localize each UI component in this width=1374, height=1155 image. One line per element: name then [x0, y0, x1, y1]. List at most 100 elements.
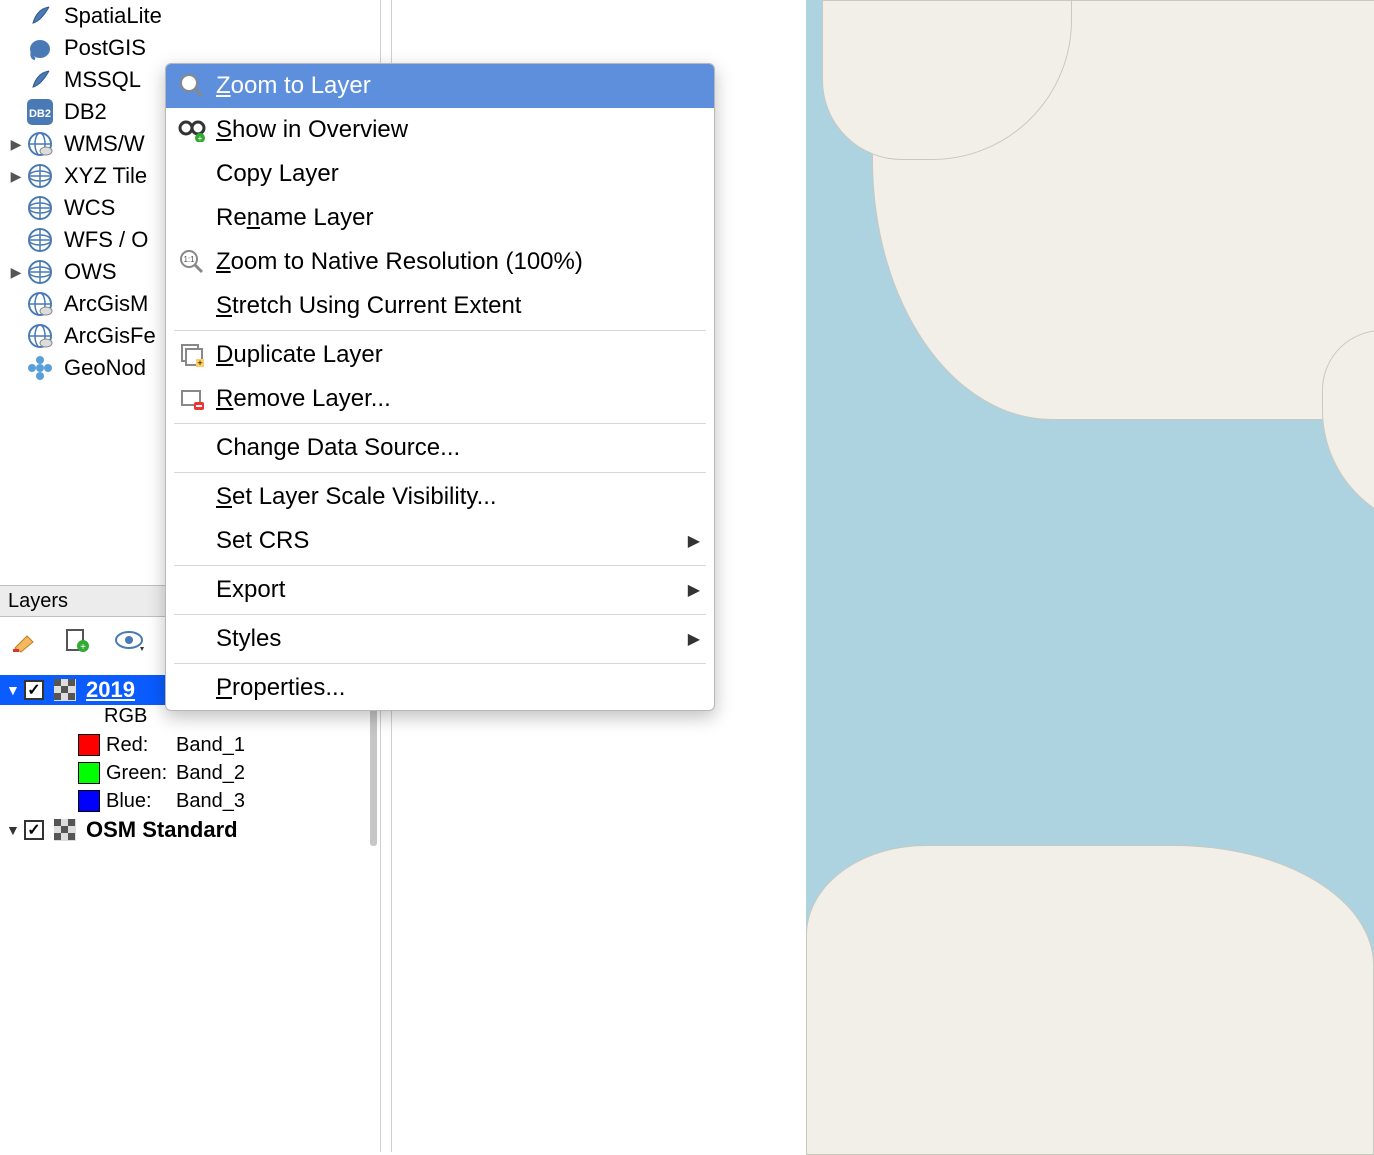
menu-separator — [174, 614, 706, 615]
submenu-arrow-icon: ▶ — [688, 531, 700, 551]
band-label: Red: — [106, 734, 176, 757]
menu-label: Export — [216, 576, 285, 604]
menu-label: Rename Layer — [216, 204, 373, 232]
menu-label: Styles — [216, 625, 281, 653]
remove-icon — [176, 383, 208, 415]
browser-label: SpatiaLite — [64, 3, 162, 29]
menu-item[interactable]: + Duplicate Layer — [166, 333, 714, 377]
menu-item[interactable]: Export ▶ — [166, 568, 714, 612]
menu-label: Zoom to Native Resolution (100%) — [216, 248, 583, 276]
menu-label: Show in Overview — [216, 116, 408, 144]
svg-text:+: + — [80, 642, 86, 653]
overview-icon: + — [176, 114, 208, 146]
band-value: Band_3 — [176, 790, 245, 813]
band-value: Band_2 — [176, 762, 245, 785]
datasource-icon — [26, 162, 54, 190]
browser-label: WFS / O — [64, 227, 148, 253]
browser-label: GeoNod — [64, 355, 146, 381]
band-label: Blue: — [106, 790, 176, 813]
datasource-icon — [26, 258, 54, 286]
duplicate-icon: + — [176, 339, 208, 371]
menu-label: Set Layer Scale Visibility... — [216, 483, 497, 511]
browser-label: MSSQL — [64, 67, 141, 93]
svg-text:+: + — [197, 358, 202, 368]
layer-checkbox[interactable]: ✓ — [24, 680, 44, 700]
raster-icon — [54, 679, 76, 701]
band-swatch — [78, 762, 100, 784]
layer-name: 2019 — [86, 677, 135, 703]
menu-item[interactable]: Set Layer Scale Visibility... — [166, 475, 714, 519]
layer-name: OSM Standard — [86, 817, 238, 843]
datasource-icon — [26, 34, 54, 62]
zoom-native-icon: 1:1 — [176, 246, 208, 278]
submenu-arrow-icon: ▶ — [688, 629, 700, 649]
menu-item[interactable]: Stretch Using Current Extent — [166, 284, 714, 328]
menu-item[interactable]: Remove Layer... — [166, 377, 714, 421]
svg-text:DB2: DB2 — [29, 108, 51, 120]
menu-item[interactable]: Rename Layer — [166, 196, 714, 240]
visibility-icon[interactable] — [114, 625, 144, 655]
datasource-icon — [26, 2, 54, 30]
style-icon[interactable] — [10, 625, 40, 655]
browser-item[interactable]: SpatiaLite — [10, 0, 380, 32]
layer-context-menu: Zoom to Layer + Show in Overview Copy Layer… — [165, 63, 715, 711]
menu-label: Stretch Using Current Extent — [216, 292, 521, 320]
add-group-icon[interactable]: + — [62, 625, 92, 655]
menu-separator — [174, 565, 706, 566]
expand-icon[interactable]: ▶ — [10, 168, 22, 185]
menu-item[interactable]: Zoom to Layer — [166, 64, 714, 108]
menu-label: Remove Layer... — [216, 385, 391, 413]
menu-separator — [174, 330, 706, 331]
collapse-icon[interactable]: ▼ — [6, 682, 24, 698]
menu-item[interactable]: + Show in Overview — [166, 108, 714, 152]
layer-checkbox[interactable]: ✓ — [24, 820, 44, 840]
menu-label: Copy Layer — [216, 160, 339, 188]
browser-label: OWS — [64, 259, 117, 285]
menu-label: Zoom to Layer — [216, 72, 371, 100]
browser-label: PostGIS — [64, 35, 146, 61]
zoom-layer-icon — [176, 70, 208, 102]
menu-item[interactable]: Properties... — [166, 666, 714, 710]
datasource-icon — [26, 130, 54, 158]
browser-label: WCS — [64, 195, 115, 221]
browser-label: ArcGisFe — [64, 323, 156, 349]
menu-separator — [174, 472, 706, 473]
land-south — [806, 845, 1374, 1155]
band-swatch — [78, 790, 100, 812]
menu-label: Change Data Source... — [216, 434, 460, 462]
datasource-icon — [26, 322, 54, 350]
datasource-icon — [26, 66, 54, 94]
browser-label: ArcGisM — [64, 291, 148, 317]
svg-text:+: + — [198, 134, 203, 142]
datasource-icon: DB2 — [26, 98, 54, 126]
raster-icon — [54, 819, 76, 841]
expand-icon[interactable]: ▶ — [10, 136, 22, 153]
browser-item[interactable]: PostGIS — [10, 32, 380, 64]
browser-label: WMS/W — [64, 131, 145, 157]
menu-item[interactable]: Copy Layer — [166, 152, 714, 196]
browser-label: XYZ Tile — [64, 163, 147, 189]
submenu-arrow-icon: ▶ — [688, 580, 700, 600]
band-swatch — [78, 734, 100, 756]
menu-label: Properties... — [216, 674, 345, 702]
menu-item[interactable]: Styles ▶ — [166, 617, 714, 661]
band-row: Blue:Band_3 — [0, 787, 378, 815]
datasource-icon — [26, 354, 54, 382]
band-row: Green:Band_2 — [0, 759, 378, 787]
layer-row[interactable]: ▼ ✓ OSM Standard — [0, 815, 378, 845]
menu-item[interactable]: 1:1 Zoom to Native Resolution (100%) — [166, 240, 714, 284]
datasource-icon — [26, 194, 54, 222]
band-value: Band_1 — [176, 734, 245, 757]
svg-text:1:1: 1:1 — [183, 255, 195, 264]
menu-item[interactable]: Change Data Source... — [166, 426, 714, 470]
menu-label: Set CRS — [216, 527, 309, 555]
browser-label: DB2 — [64, 99, 107, 125]
collapse-icon[interactable]: ▼ — [6, 822, 24, 838]
menu-label: Duplicate Layer — [216, 341, 383, 369]
band-row: Red:Band_1 — [0, 731, 378, 759]
datasource-icon — [26, 290, 54, 318]
expand-icon[interactable]: ▶ — [10, 264, 22, 281]
menu-item[interactable]: Set CRS ▶ — [166, 519, 714, 563]
datasource-icon — [26, 226, 54, 254]
band-label: Green: — [106, 762, 176, 785]
